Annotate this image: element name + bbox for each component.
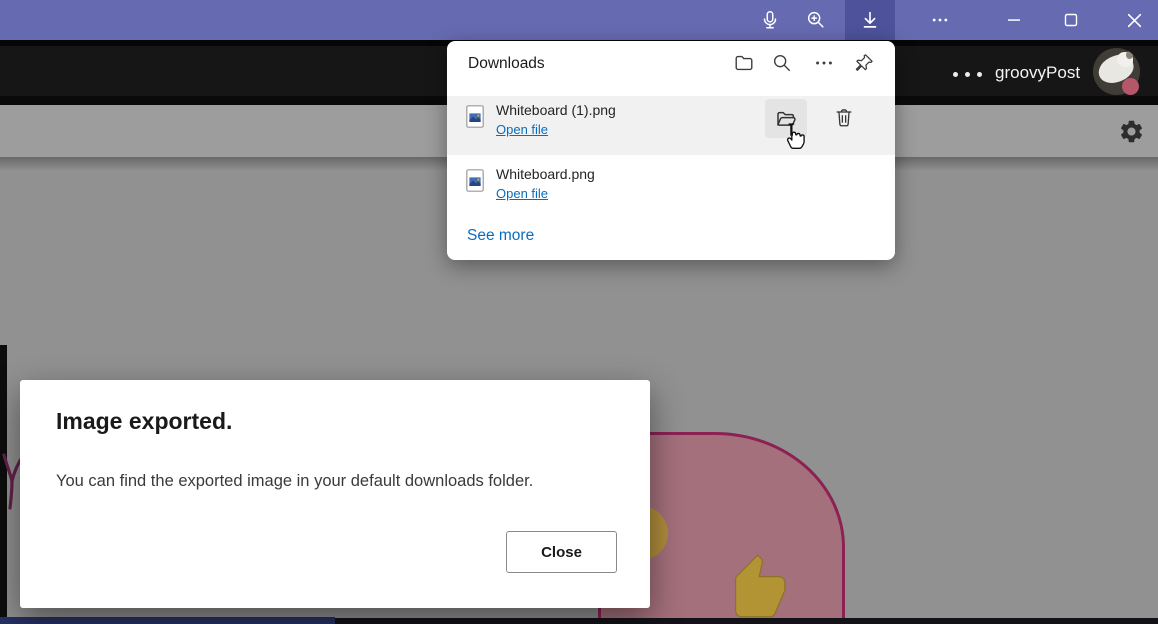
zoom-button[interactable]	[798, 0, 834, 40]
open-file-link[interactable]: Open file	[496, 122, 548, 137]
downloads-title: Downloads	[468, 55, 545, 73]
download-item[interactable]: Whiteboard.png Open file	[447, 160, 895, 216]
pin-icon	[853, 52, 875, 74]
close-button[interactable]: Close	[506, 531, 617, 573]
close-icon	[1126, 12, 1143, 29]
dialog-title: Image exported.	[56, 408, 232, 435]
cursor-pointer	[779, 121, 806, 153]
maximize-button[interactable]	[1053, 0, 1089, 40]
image-file-icon	[466, 105, 484, 128]
open-downloads-folder-button[interactable]	[733, 52, 755, 74]
downloads-flyout: Downloads Whiteboard (1).png Open file	[447, 41, 895, 260]
download-item[interactable]: Whiteboard (1).png Open file	[447, 96, 895, 155]
delete-download-button[interactable]	[833, 107, 855, 129]
dialog-body-text: You can find the exported image in your …	[56, 472, 622, 491]
zoom-in-icon	[805, 9, 827, 31]
maximize-icon	[1063, 12, 1079, 28]
microphone-button[interactable]	[752, 0, 788, 40]
settings-button[interactable]	[1118, 118, 1145, 145]
pin-downloads-button[interactable]	[853, 52, 875, 74]
window-titlebar	[0, 0, 1158, 40]
download-icon	[859, 9, 881, 31]
image-file-icon	[466, 169, 484, 192]
folder-icon	[733, 52, 755, 74]
thumbs-up-sticker	[714, 546, 788, 624]
downloads-button[interactable]	[845, 0, 895, 40]
gear-icon	[1118, 118, 1145, 145]
bottom-edge-strip-accent	[0, 617, 335, 624]
close-window-button[interactable]	[1110, 0, 1158, 40]
presence-badge	[1122, 78, 1139, 95]
image-exported-dialog: Image exported. You can find the exporte…	[20, 380, 650, 608]
more-options-icon	[813, 52, 835, 74]
open-file-link[interactable]: Open file	[496, 186, 548, 201]
browser-more-button[interactable]	[922, 0, 958, 40]
minimize-button[interactable]	[996, 0, 1032, 40]
microphone-icon	[759, 9, 781, 31]
download-filename: Whiteboard.png	[496, 166, 595, 182]
search-downloads-button[interactable]	[771, 52, 793, 74]
username-label: groovyPost	[995, 63, 1080, 83]
download-filename: Whiteboard (1).png	[496, 102, 616, 118]
more-options-icon	[930, 10, 950, 30]
search-icon	[771, 52, 793, 74]
app-more-options-icon[interactable]	[953, 72, 982, 77]
downloads-more-options-button[interactable]	[813, 52, 835, 74]
minimize-icon	[1006, 12, 1022, 28]
see-more-link[interactable]: See more	[467, 227, 534, 245]
trash-icon	[833, 107, 855, 129]
